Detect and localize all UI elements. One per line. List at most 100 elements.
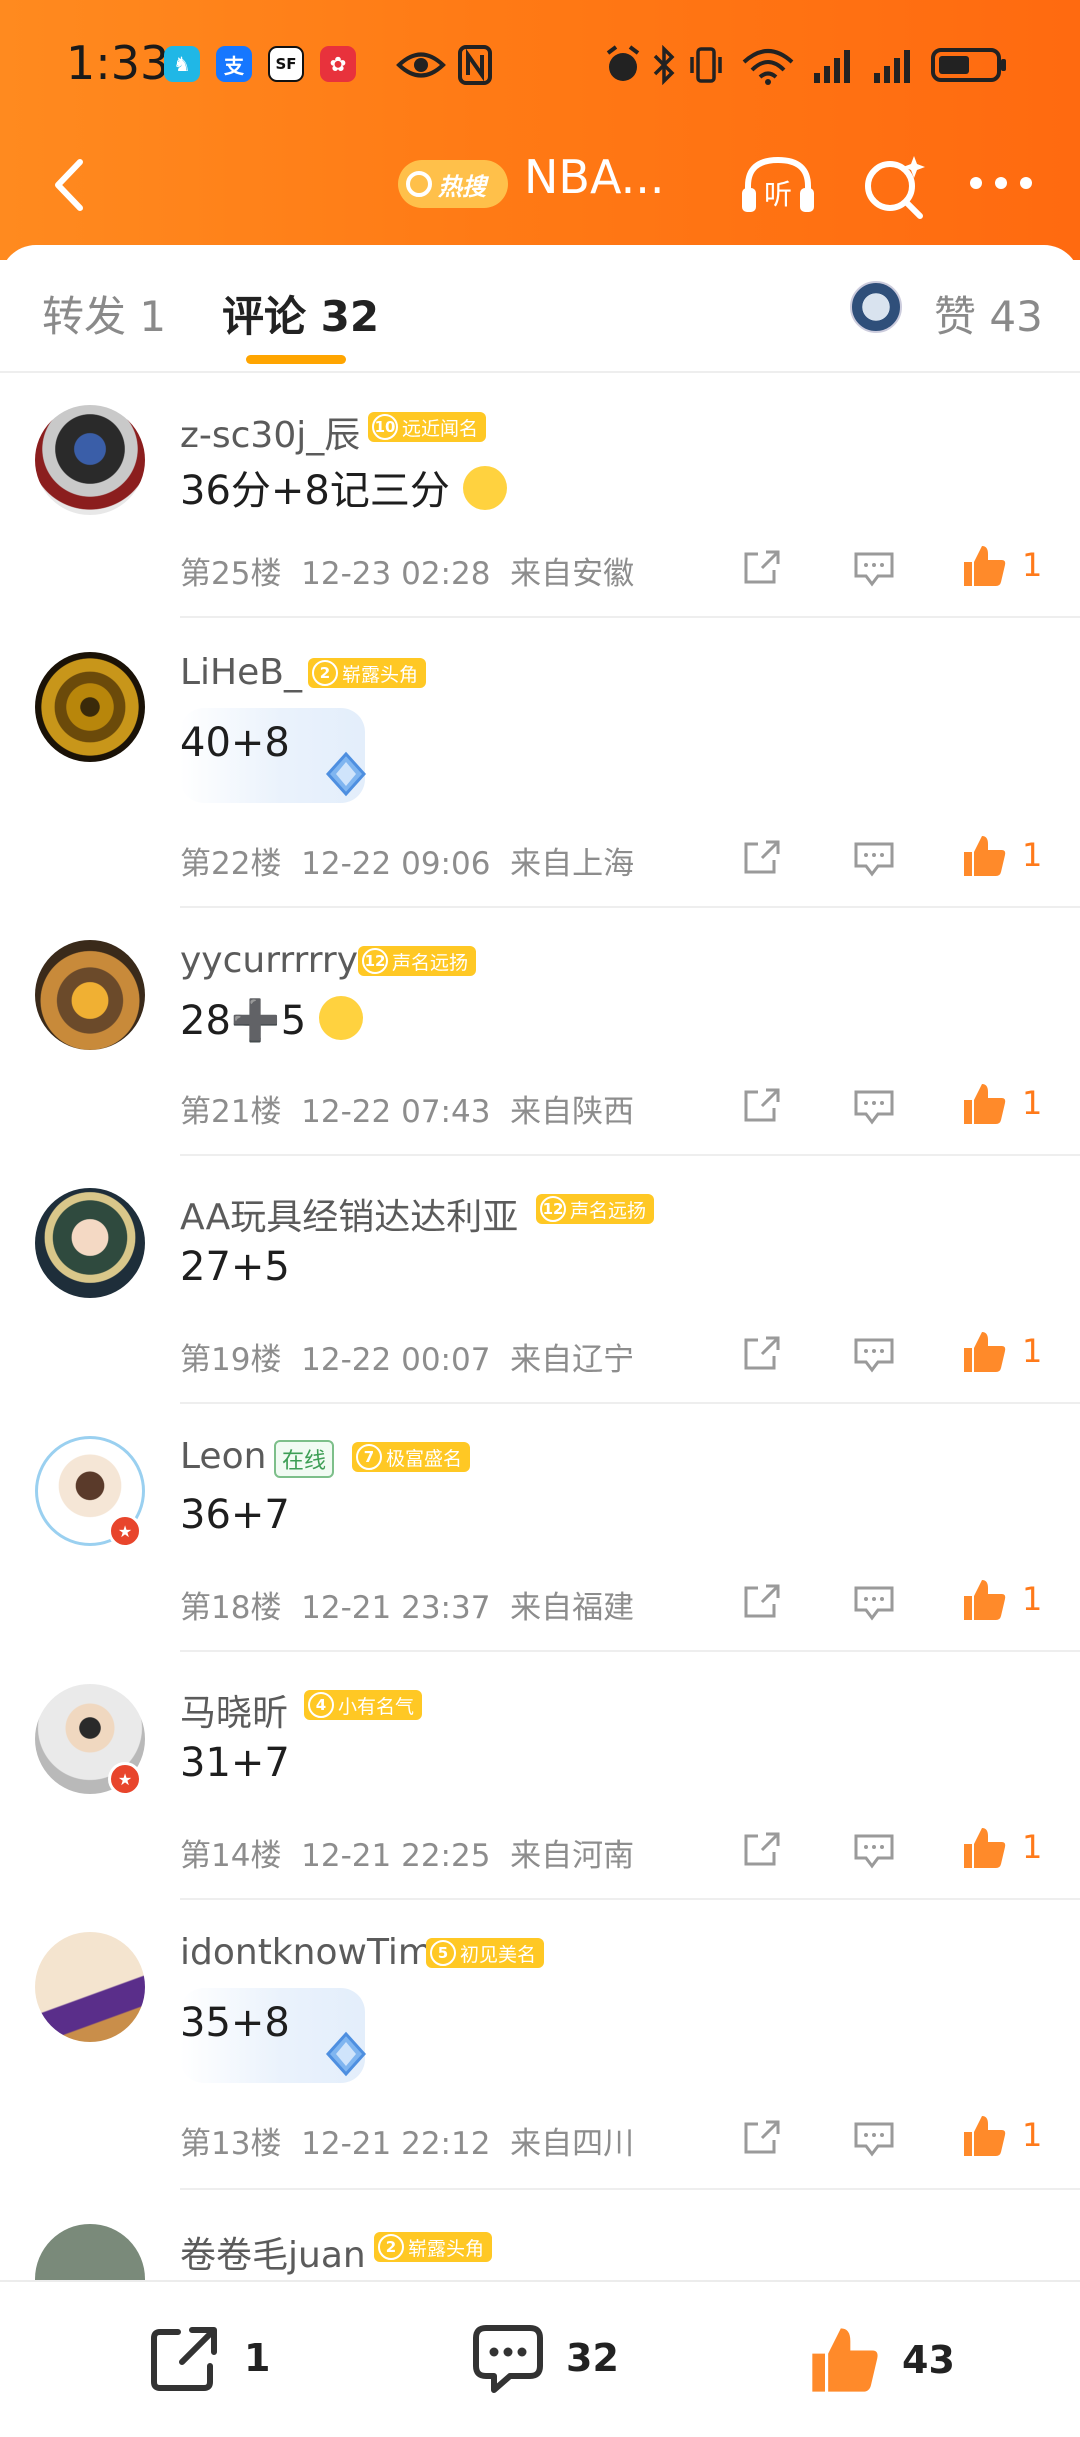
hot-search-badge[interactable]: 热搜 — [398, 160, 508, 208]
level-badge[interactable]: 5 初见美名 — [426, 1938, 545, 1968]
share-icon[interactable] — [740, 2118, 784, 2162]
like-button[interactable]: 43 — [806, 2322, 955, 2398]
liker-avatar[interactable] — [850, 281, 902, 333]
tab-repost[interactable]: 转发 1 — [42, 283, 166, 344]
bluetooth-icon — [652, 40, 676, 90]
comment-button[interactable]: 32 — [470, 2322, 619, 2394]
like-count: 1 — [1022, 546, 1043, 584]
avatar[interactable] — [35, 1932, 145, 2042]
comment-text: 40+8 — [180, 720, 290, 766]
kiss-emoji-icon — [318, 996, 363, 1040]
camel-app-icon: ♞ — [164, 46, 200, 82]
like-count: 1 — [1022, 1828, 1043, 1866]
signal-icon-1 — [810, 40, 860, 90]
username[interactable]: 马晓昕 — [180, 1684, 288, 1736]
reply-icon[interactable] — [852, 1086, 896, 1130]
thumb-up-icon[interactable] — [960, 1328, 1008, 1380]
username[interactable]: idontknowTim — [180, 1932, 433, 1973]
tab-bar: 转发 1 评论 32 赞 43 — [0, 245, 1080, 373]
comment-meta: 第25楼 12-23 02:28 来自安徽 — [180, 556, 635, 592]
comment-text: 36分+8记三分 — [180, 458, 507, 516]
avatar[interactable] — [35, 1188, 145, 1298]
divider — [180, 1154, 1080, 1156]
comment-meta: 第18楼 12-21 23:37 来自福建 — [180, 1590, 635, 1626]
signal-icon-2 — [870, 40, 920, 90]
nfc-icon — [458, 40, 492, 90]
vibrate-icon — [686, 40, 726, 90]
comment-text: 35+8 — [180, 2000, 290, 2046]
avatar[interactable] — [35, 940, 145, 1050]
svg-text:听: 听 — [764, 178, 792, 211]
level-badge[interactable]: 2 崭露头角 — [308, 658, 427, 688]
back-arrow-icon[interactable] — [40, 152, 100, 218]
listen-icon[interactable]: 听 — [738, 152, 818, 222]
page-title: NBA... — [524, 150, 665, 204]
thumb-up-icon[interactable] — [960, 1824, 1008, 1876]
comment-text: 36+7 — [180, 1492, 290, 1538]
repost-icon — [151, 2327, 217, 2391]
divider — [180, 1898, 1080, 1900]
level-badge[interactable]: 4 小有名气 — [304, 1690, 423, 1720]
tab-comment[interactable]: 评论 32 — [222, 283, 379, 344]
level-badge[interactable]: 2 崭露头角 — [374, 2232, 493, 2262]
active-tab-indicator — [246, 355, 346, 364]
verified-badge-icon: ★ — [108, 1762, 142, 1796]
divider — [180, 1402, 1080, 1404]
comment-meta: 第13楼 12-21 22:12 来自四川 — [180, 2126, 635, 2162]
share-icon[interactable] — [740, 548, 784, 592]
reply-icon[interactable] — [852, 838, 896, 882]
more-icon[interactable] — [966, 168, 1036, 202]
level-badge[interactable]: 12 声名远扬 — [358, 946, 477, 976]
comment-meta: 第19楼 12-22 00:07 来自辽宁 — [180, 1342, 635, 1378]
comment-meta: 第22楼 12-22 09:06 来自上海 — [180, 846, 635, 882]
bottom-action-bar: 1 32 43 — [0, 2280, 1080, 2437]
comment-item: 卷卷毛juan 2 崭露头角 — [0, 2220, 1080, 2280]
nav-bar: 热搜 NBA... 听 — [0, 140, 1080, 230]
online-status-badge: 在线 — [274, 1440, 335, 1478]
level-badge[interactable]: 10 远近闻名 — [368, 412, 487, 442]
battery-icon — [930, 40, 1010, 90]
avatar[interactable] — [35, 652, 145, 762]
divider — [180, 616, 1080, 618]
thumb-up-icon[interactable] — [960, 832, 1008, 884]
search-icon[interactable] — [860, 152, 930, 226]
share-icon[interactable] — [740, 838, 784, 882]
share-icon[interactable] — [740, 1086, 784, 1130]
username[interactable]: LiHeB_ — [180, 652, 302, 693]
avatar[interactable] — [35, 405, 145, 515]
tab-like[interactable]: 赞 43 — [934, 283, 1043, 344]
username[interactable]: Leon — [180, 1436, 266, 1477]
share-icon[interactable] — [740, 1582, 784, 1626]
thumb-up-icon[interactable] — [960, 542, 1008, 594]
thumb-up-icon[interactable] — [960, 2112, 1008, 2164]
repost-button[interactable]: 1 — [148, 2322, 270, 2394]
wifi-icon — [738, 40, 794, 90]
share-icon[interactable] — [740, 1830, 784, 1874]
status-bar: 1:33 ♞ 支 SF ✿ — [0, 0, 1080, 130]
status-time: 1:33 — [66, 36, 170, 90]
like-count: 1 — [1022, 836, 1043, 874]
comment-meta: 第14楼 12-21 22:25 来自河南 — [180, 1838, 635, 1874]
alarm-icon — [604, 40, 642, 90]
divider — [180, 2188, 1080, 2190]
level-badge[interactable]: 12 声名远扬 — [536, 1194, 655, 1224]
verified-badge-icon: ★ — [108, 1514, 142, 1548]
avatar[interactable] — [35, 2224, 145, 2280]
reply-icon[interactable] — [852, 1830, 896, 1874]
share-icon[interactable] — [740, 1334, 784, 1378]
reply-icon[interactable] — [852, 1582, 896, 1626]
like-count: 1 — [1022, 1580, 1043, 1618]
reply-icon[interactable] — [852, 548, 896, 592]
username[interactable]: z-sc30j_辰 — [180, 406, 360, 458]
thumb-up-icon[interactable] — [960, 1080, 1008, 1132]
reply-icon[interactable] — [852, 1334, 896, 1378]
alipay-icon: 支 — [216, 46, 252, 82]
thumb-up-icon[interactable] — [960, 1576, 1008, 1628]
username[interactable]: yycurrrrry — [180, 940, 358, 981]
eye-icon — [396, 40, 446, 90]
username[interactable]: AA玩具经销达达利亚 — [180, 1188, 518, 1240]
gift-app-icon: ✿ — [320, 46, 356, 82]
level-badge[interactable]: 7 极富盛名 — [352, 1442, 471, 1472]
reply-icon[interactable] — [852, 2118, 896, 2162]
username[interactable]: 卷卷毛juan — [180, 2226, 366, 2278]
